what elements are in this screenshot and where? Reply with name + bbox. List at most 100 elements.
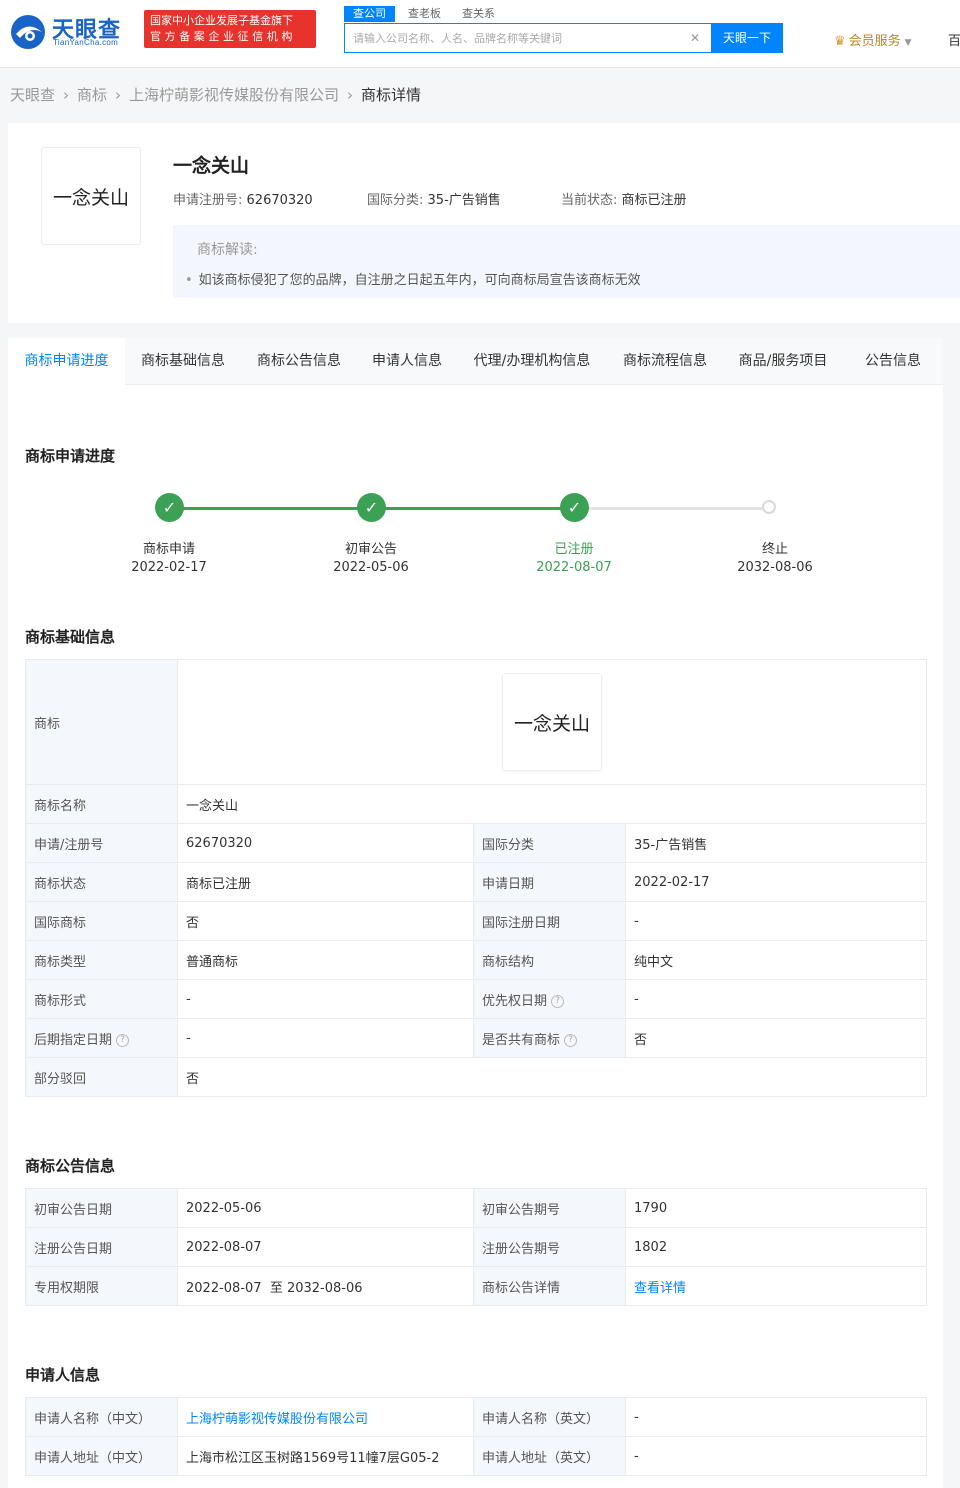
row-value: 62670320 — [177, 823, 474, 863]
row-key: 国际商标 — [25, 901, 178, 941]
view-detail-link[interactable]: 查看详情 — [634, 1281, 686, 1296]
logo-domain: TianYanCha.com — [53, 38, 119, 47]
tab-flow[interactable]: 商标流程信息 — [607, 338, 723, 385]
section-title-basic: 商标基础信息 — [25, 628, 116, 646]
trademark-title: 一念关山 — [173, 155, 250, 177]
applicant-company-link[interactable]: 上海柠萌影视传媒股份有限公司 — [186, 1412, 368, 1427]
close-icon[interactable]: ✕ — [690, 31, 700, 45]
tab-notice[interactable]: 公告信息 — [843, 338, 943, 385]
meta-status-label: 当前状态: — [561, 193, 618, 208]
meta-status-value: 商标已注册 — [621, 193, 687, 208]
row-key: 优先权日期? — [473, 979, 626, 1019]
row-value: 商标已注册 — [177, 862, 474, 902]
header-overflow-text[interactable]: 百 — [948, 30, 960, 49]
chevron-right-icon: › — [63, 86, 70, 104]
meta-reg-no: 申请注册号: 62670320 — [173, 189, 313, 208]
official-badge[interactable]: 国家中小企业发展子基金旗下 官方备案企业征信机构 — [144, 10, 316, 48]
row-value: 2022-02-17 — [625, 862, 927, 902]
check-icon: ✓ — [560, 493, 589, 522]
step-label-registered: 已注册 — [554, 542, 594, 557]
tab-progress[interactable]: 商标申请进度 — [8, 338, 125, 385]
row-key: 申请日期 — [473, 862, 626, 902]
breadcrumb-home[interactable]: 天眼查 — [10, 86, 55, 104]
step-label-end: 终止 — [761, 542, 788, 557]
row-value: 否 — [177, 1057, 927, 1097]
meta-reg-no-value: 62670320 — [246, 193, 313, 208]
row-value: 查看详情 — [625, 1266, 927, 1306]
tab-goods-services[interactable]: 商品/服务项目 — [723, 338, 843, 385]
search-tab-relation[interactable]: 查关系 — [462, 6, 495, 22]
trademark-summary-card: 一念关山 一念关山 申请注册号: 62670320 国际分类: 35-广告销售 … — [8, 123, 960, 323]
row-key: 注册公告日期 — [25, 1227, 178, 1267]
step-date-registered: 2022-08-07 — [536, 560, 612, 575]
row-value: 否 — [177, 901, 474, 941]
tab-basic-info[interactable]: 商标基础信息 — [125, 338, 241, 385]
row-value: 2022-05-06 — [177, 1188, 474, 1228]
row-key: 专用权期限 — [25, 1266, 178, 1306]
table-row: 国际商标 否 国际注册日期 - — [25, 901, 927, 941]
question-circle-icon[interactable]: ? — [116, 1033, 130, 1047]
row-key: 申请人名称（英文） — [473, 1397, 626, 1437]
table-row: 部分驳回 否 — [25, 1057, 927, 1097]
table-row: 专用权期限 2022-08-07 至 2032-08-06 商标公告详情 查看详… — [25, 1266, 927, 1306]
step-date-prelim: 2022-05-06 — [333, 560, 409, 575]
row-value: - — [625, 901, 927, 941]
tab-announcement[interactable]: 商标公告信息 — [241, 338, 357, 385]
row-value: 一念关山 — [177, 784, 927, 824]
row-key: 商标形式 — [25, 979, 178, 1019]
row-value: - — [625, 979, 927, 1019]
row-value: 否 — [625, 1018, 927, 1058]
table-row: 申请/注册号 62670320 国际分类 35-广告销售 — [25, 823, 927, 863]
search-input[interactable] — [353, 24, 683, 52]
progress-line-1 — [169, 507, 372, 510]
section-title-announcement: 商标公告信息 — [25, 1157, 116, 1175]
row-key: 申请人地址（中文） — [25, 1436, 178, 1476]
breadcrumb-company[interactable]: 上海柠萌影视传媒股份有限公司 — [129, 86, 339, 104]
row-key: 是否共有商标? — [473, 1018, 626, 1058]
row-value: - — [625, 1397, 927, 1437]
progress-line-3 — [574, 507, 769, 510]
search-button[interactable]: 天眼一下 — [711, 23, 783, 53]
row-value: 1802 — [625, 1227, 927, 1267]
trademark-note: 商标解读: • 如该商标侵犯了您的品牌，自注册之日起五年内，可向商标局宣告该商标无… — [173, 225, 960, 298]
row-value: 2022-08-07 至 2032-08-06 — [177, 1266, 474, 1306]
search-tab-company[interactable]: 查公司 — [344, 6, 395, 22]
section-title-progress: 商标申请进度 — [25, 447, 116, 465]
logo[interactable]: 天眼查 TianYanCha.com — [8, 10, 136, 50]
row-key: 国际分类 — [473, 823, 626, 863]
row-key: 申请/注册号 — [25, 823, 178, 863]
search-box: ✕ — [344, 23, 712, 53]
detail-tabs: 商标申请进度 商标基础信息 商标公告信息 申请人信息 代理/办理机构信息 商标流… — [8, 338, 943, 385]
question-circle-icon[interactable]: ? — [551, 994, 565, 1008]
question-circle-icon[interactable]: ? — [564, 1033, 578, 1047]
row-key: 申请人地址（英文） — [473, 1436, 626, 1476]
tianyancha-eye-icon — [11, 15, 45, 49]
table-row: 注册公告日期 2022-08-07 注册公告期号 1802 — [25, 1227, 927, 1267]
tab-agency[interactable]: 代理/办理机构信息 — [457, 338, 607, 385]
bullet-icon: • — [185, 273, 193, 288]
vip-service[interactable]: ♛ 会员服务 ▼ — [834, 30, 912, 49]
row-key: 注册公告期号 — [473, 1227, 626, 1267]
row-value: 一念关山 — [177, 659, 927, 785]
row-key: 商标公告详情 — [473, 1266, 626, 1306]
caret-down-icon: ▼ — [904, 38, 912, 48]
tab-applicant[interactable]: 申请人信息 — [357, 338, 457, 385]
row-value: 上海柠萌影视传媒股份有限公司 — [177, 1397, 474, 1437]
breadcrumb-trademark[interactable]: 商标 — [77, 86, 107, 104]
trademark-image: 一念关山 — [41, 147, 141, 245]
badge-line-2: 官方备案企业征信机构 — [150, 30, 296, 43]
crown-icon: ♛ — [834, 34, 846, 49]
row-key: 申请人名称（中文） — [25, 1397, 178, 1437]
row-value: - — [625, 1436, 927, 1476]
table-row: 后期指定日期? - 是否共有商标? 否 — [25, 1018, 927, 1058]
table-row: 商标类型 普通商标 商标结构 纯中文 — [25, 940, 927, 980]
step-label-apply: 商标申请 — [142, 542, 195, 557]
step-date-apply: 2022-02-17 — [131, 560, 207, 575]
table-row: 商标名称 一念关山 — [25, 784, 927, 824]
row-value: - — [177, 979, 474, 1019]
top-header: 天眼查 TianYanCha.com 国家中小企业发展子基金旗下 官方备案企业征… — [0, 0, 960, 68]
row-key: 部分驳回 — [25, 1057, 178, 1097]
meta-reg-no-label: 申请注册号: — [173, 193, 243, 208]
row-key: 初审公告日期 — [25, 1188, 178, 1228]
search-tab-boss[interactable]: 查老板 — [408, 6, 441, 22]
